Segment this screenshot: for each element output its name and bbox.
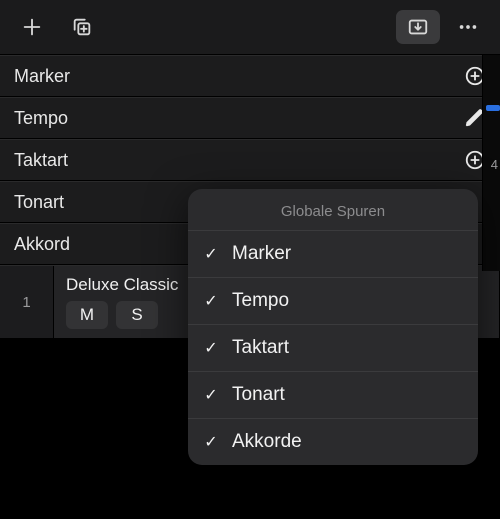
menu-header: Globale Spuren <box>188 189 478 231</box>
row-tempo[interactable]: Tempo <box>0 97 500 139</box>
row-label: Taktart <box>14 150 464 171</box>
playhead-marker <box>486 105 500 111</box>
menu-item-tempo[interactable]: ✓ Tempo <box>188 278 478 325</box>
toolbar <box>0 0 500 55</box>
menu-item-label: Tempo <box>232 290 289 312</box>
menu-item-marker[interactable]: ✓ Marker <box>188 231 478 278</box>
ruler-tick: 4 <box>491 157 498 172</box>
menu-item-label: Taktart <box>232 337 289 359</box>
global-tracks-menu: Globale Spuren ✓ Marker ✓ Tempo ✓ Taktar… <box>188 189 478 465</box>
timeline-rail: 4 <box>482 55 500 271</box>
check-icon: ✓ <box>202 244 220 264</box>
check-icon: ✓ <box>202 432 220 452</box>
menu-item-akkorde[interactable]: ✓ Akkorde <box>188 419 478 465</box>
mute-button[interactable]: M <box>66 301 108 329</box>
duplicate-button[interactable] <box>60 10 104 44</box>
add-button[interactable] <box>10 10 54 44</box>
menu-item-label: Marker <box>232 243 291 265</box>
row-marker[interactable]: Marker <box>0 55 500 97</box>
check-icon: ✓ <box>202 338 220 358</box>
menu-item-taktart[interactable]: ✓ Taktart <box>188 325 478 372</box>
row-label: Marker <box>14 66 464 87</box>
check-icon: ✓ <box>202 291 220 311</box>
solo-button[interactable]: S <box>116 301 158 329</box>
menu-item-tonart[interactable]: ✓ Tonart <box>188 372 478 419</box>
row-label: Tempo <box>14 108 464 129</box>
row-taktart[interactable]: Taktart <box>0 139 500 181</box>
import-button[interactable] <box>396 10 440 44</box>
more-button[interactable] <box>446 10 490 44</box>
track-index: 1 <box>0 266 54 338</box>
menu-item-label: Akkorde <box>232 431 302 453</box>
menu-item-label: Tonart <box>232 384 285 406</box>
check-icon: ✓ <box>202 385 220 405</box>
